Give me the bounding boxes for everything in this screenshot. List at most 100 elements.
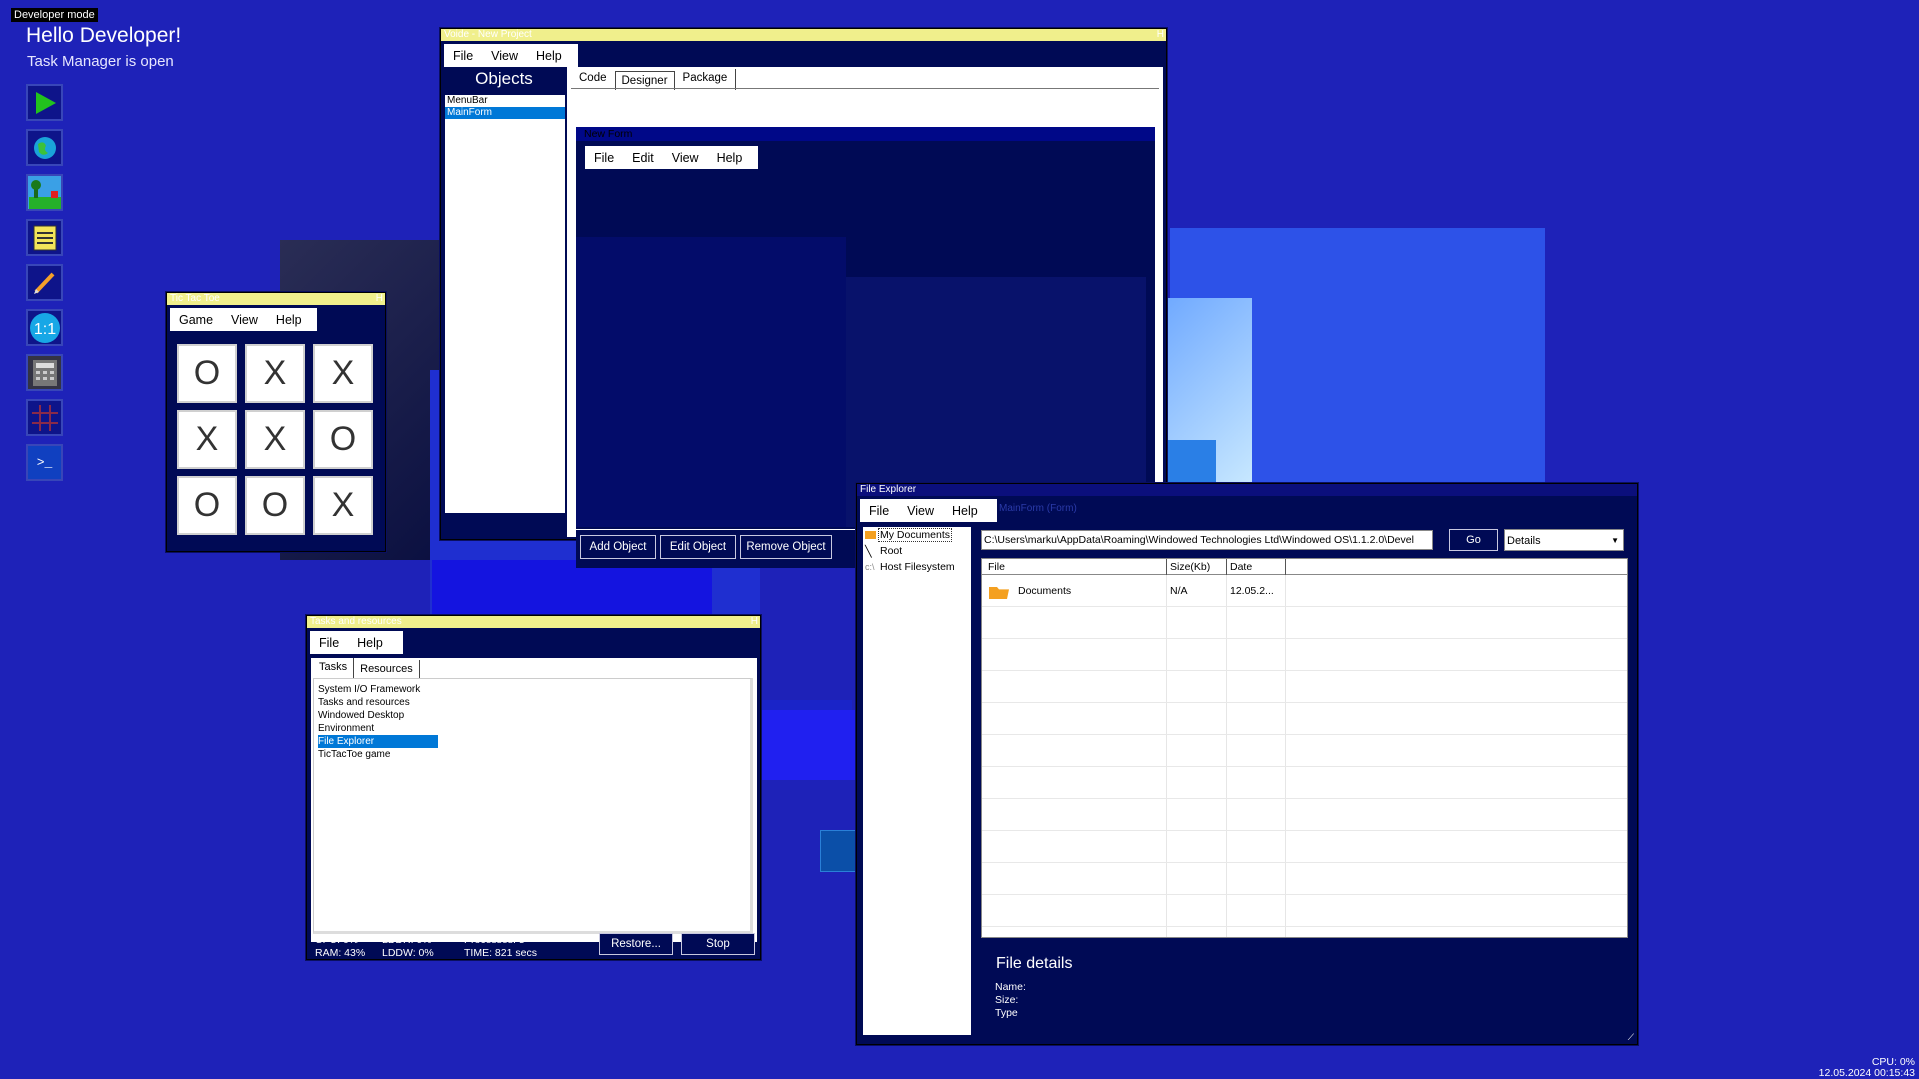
board-cell[interactable]: O <box>245 476 305 535</box>
tree-item-host-filesystem[interactable]: c:\ Host Filesystem <box>863 559 971 575</box>
ide-title: Voide - New Project <box>444 29 532 40</box>
board-cell[interactable]: X <box>313 344 373 403</box>
globe-icon[interactable] <box>26 129 63 166</box>
task-item[interactable]: File Explorer <box>318 735 438 748</box>
tab-package[interactable]: Package <box>675 69 737 90</box>
ide-editor-pane: Code Designer Package New Form File Edit… <box>567 67 1163 568</box>
board-cell[interactable]: O <box>177 476 237 535</box>
tab-code[interactable]: Code <box>571 69 615 90</box>
menu-file[interactable]: File <box>860 504 898 518</box>
stop-button[interactable]: Stop <box>681 933 755 955</box>
file-details-title: File details <box>996 955 1073 972</box>
view-mode-select[interactable]: Details ▼ <box>1504 529 1624 551</box>
tasks-panel: Tasks Resources System I/O Framework Task… <box>311 658 757 942</box>
edit-object-button[interactable]: Edit Object <box>660 535 736 559</box>
tictactoe-titlebar[interactable]: Tic Tac Toe H <box>167 293 385 305</box>
terminal-icon[interactable]: >_ <box>26 444 63 481</box>
svg-text:1:1: 1:1 <box>33 321 55 338</box>
developer-mode-badge: Developer mode <box>11 8 98 22</box>
details-size-label: Size: <box>995 994 1019 1006</box>
menu-help[interactable]: Help <box>943 504 987 518</box>
landscape-icon[interactable] <box>26 174 63 211</box>
menu-file[interactable]: File <box>310 636 348 650</box>
column-header-file[interactable]: File <box>988 559 1005 575</box>
grid-icon[interactable] <box>26 399 63 436</box>
menu-view[interactable]: View <box>482 49 527 63</box>
menu-help[interactable]: Help <box>348 636 392 650</box>
menu-view[interactable]: View <box>222 313 267 327</box>
view-mode-value: Details <box>1507 535 1541 547</box>
tasks-titlebar[interactable]: Tasks and resources H <box>307 616 760 628</box>
board-cell[interactable]: X <box>313 476 373 535</box>
lddr-usage: LDDR: 0% <box>382 934 432 946</box>
table-row[interactable]: Documents N/A 12.05.2... <box>982 575 1627 607</box>
objects-list[interactable]: MenuBar MainForm <box>445 95 565 513</box>
pencil-icon[interactable] <box>26 264 63 301</box>
board-cell[interactable]: O <box>313 410 373 469</box>
lddw-usage: LDDW: 0% <box>382 947 434 959</box>
tictactoe-menubar: Game View Help <box>170 308 317 331</box>
folder-tree[interactable]: My Documents ╲ Root c:\ Host Filesystem <box>863 527 971 1035</box>
tictactoe-title: Tic Tac Toe <box>170 293 220 304</box>
restore-button[interactable]: Restore... <box>599 933 673 955</box>
object-item-mainform[interactable]: MainForm <box>445 107 565 119</box>
tictactoe-window: Tic Tac Toe H Game View Help O X X X X O … <box>166 292 386 552</box>
tree-item-my-documents[interactable]: My Documents <box>863 527 971 543</box>
path-input[interactable]: C:\Users\marku\AppData\Roaming\Windowed … <box>981 530 1433 550</box>
menu-help[interactable]: Help <box>267 313 311 327</box>
form-menubar: File Edit View Help <box>585 146 758 169</box>
tab-resources[interactable]: Resources <box>354 660 420 678</box>
column-header-size[interactable]: Size(Kb) <box>1170 559 1210 575</box>
explorer-title: File Explorer <box>860 484 917 495</box>
ram-usage: RAM: 43% <box>315 947 366 959</box>
form-menu-view[interactable]: View <box>663 151 708 165</box>
tasks-list[interactable]: System I/O Framework Tasks and resources W… <box>313 678 753 934</box>
tasks-hide-button[interactable]: H <box>751 616 758 628</box>
notepad-icon[interactable] <box>26 219 63 256</box>
menu-view[interactable]: View <box>898 504 943 518</box>
menu-file[interactable]: File <box>444 49 482 63</box>
form-menu-file[interactable]: File <box>585 151 623 165</box>
column-header-date[interactable]: Date <box>1230 559 1252 575</box>
go-button[interactable]: Go <box>1449 529 1498 551</box>
tictactoe-hide-button[interactable]: H <box>376 293 383 305</box>
tree-item-root[interactable]: ╲ Root <box>863 543 971 559</box>
board-cell[interactable]: X <box>245 410 305 469</box>
chevron-down-icon: ▼ <box>1611 536 1619 545</box>
form-menu-edit[interactable]: Edit <box>623 151 663 165</box>
tasks-title: Tasks and resources <box>310 616 402 627</box>
resize-grip-icon[interactable]: ⟋ <box>1628 1032 1634 1043</box>
tasks-window: Tasks and resources H File Help Tasks Res… <box>306 615 761 960</box>
play-icon[interactable] <box>26 84 63 121</box>
object-item-menubar[interactable]: MenuBar <box>445 95 565 107</box>
clock-icon[interactable]: 1:1 <box>26 309 63 346</box>
task-item[interactable]: Tasks and resources <box>318 696 438 709</box>
root-icon: ╲ <box>865 545 872 558</box>
tab-tasks[interactable]: Tasks <box>313 658 355 678</box>
form-menu-help[interactable]: Help <box>708 151 752 165</box>
explorer-titlebar[interactable]: File Explorer <box>857 484 1637 496</box>
task-item[interactable]: Windowed Desktop Environment <box>318 709 438 735</box>
process-count: Processes: 5 <box>464 934 525 946</box>
task-item[interactable]: System I/O Framework <box>318 683 438 696</box>
calculator-icon[interactable] <box>26 354 63 391</box>
form-canvas[interactable]: New Form File Edit View Help <box>576 127 1155 529</box>
form-titlebar: New Form <box>576 127 1155 141</box>
board-cell[interactable]: X <box>245 344 305 403</box>
drive-icon: c:\ <box>865 562 875 572</box>
menu-game[interactable]: Game <box>170 313 222 327</box>
board-cell[interactable]: X <box>177 410 237 469</box>
ide-titlebar[interactable]: Voide - New Project H <box>441 29 1166 41</box>
details-name-label: Name: <box>995 981 1026 993</box>
file-date-cell: 12.05.2... <box>1230 585 1274 597</box>
tasks-menubar: File Help <box>310 631 403 654</box>
board-cell[interactable]: O <box>177 344 237 403</box>
ide-hide-button[interactable]: H <box>1157 29 1164 41</box>
menu-help[interactable]: Help <box>527 49 571 63</box>
remove-object-button[interactable]: Remove Object <box>740 535 832 559</box>
folder-icon <box>865 531 876 539</box>
task-item[interactable]: TicTacToe game <box>318 748 438 761</box>
add-object-button[interactable]: Add Object <box>580 535 656 559</box>
details-type-label: Type <box>995 1007 1018 1019</box>
greeting-text: Hello Developer! <box>26 24 182 47</box>
